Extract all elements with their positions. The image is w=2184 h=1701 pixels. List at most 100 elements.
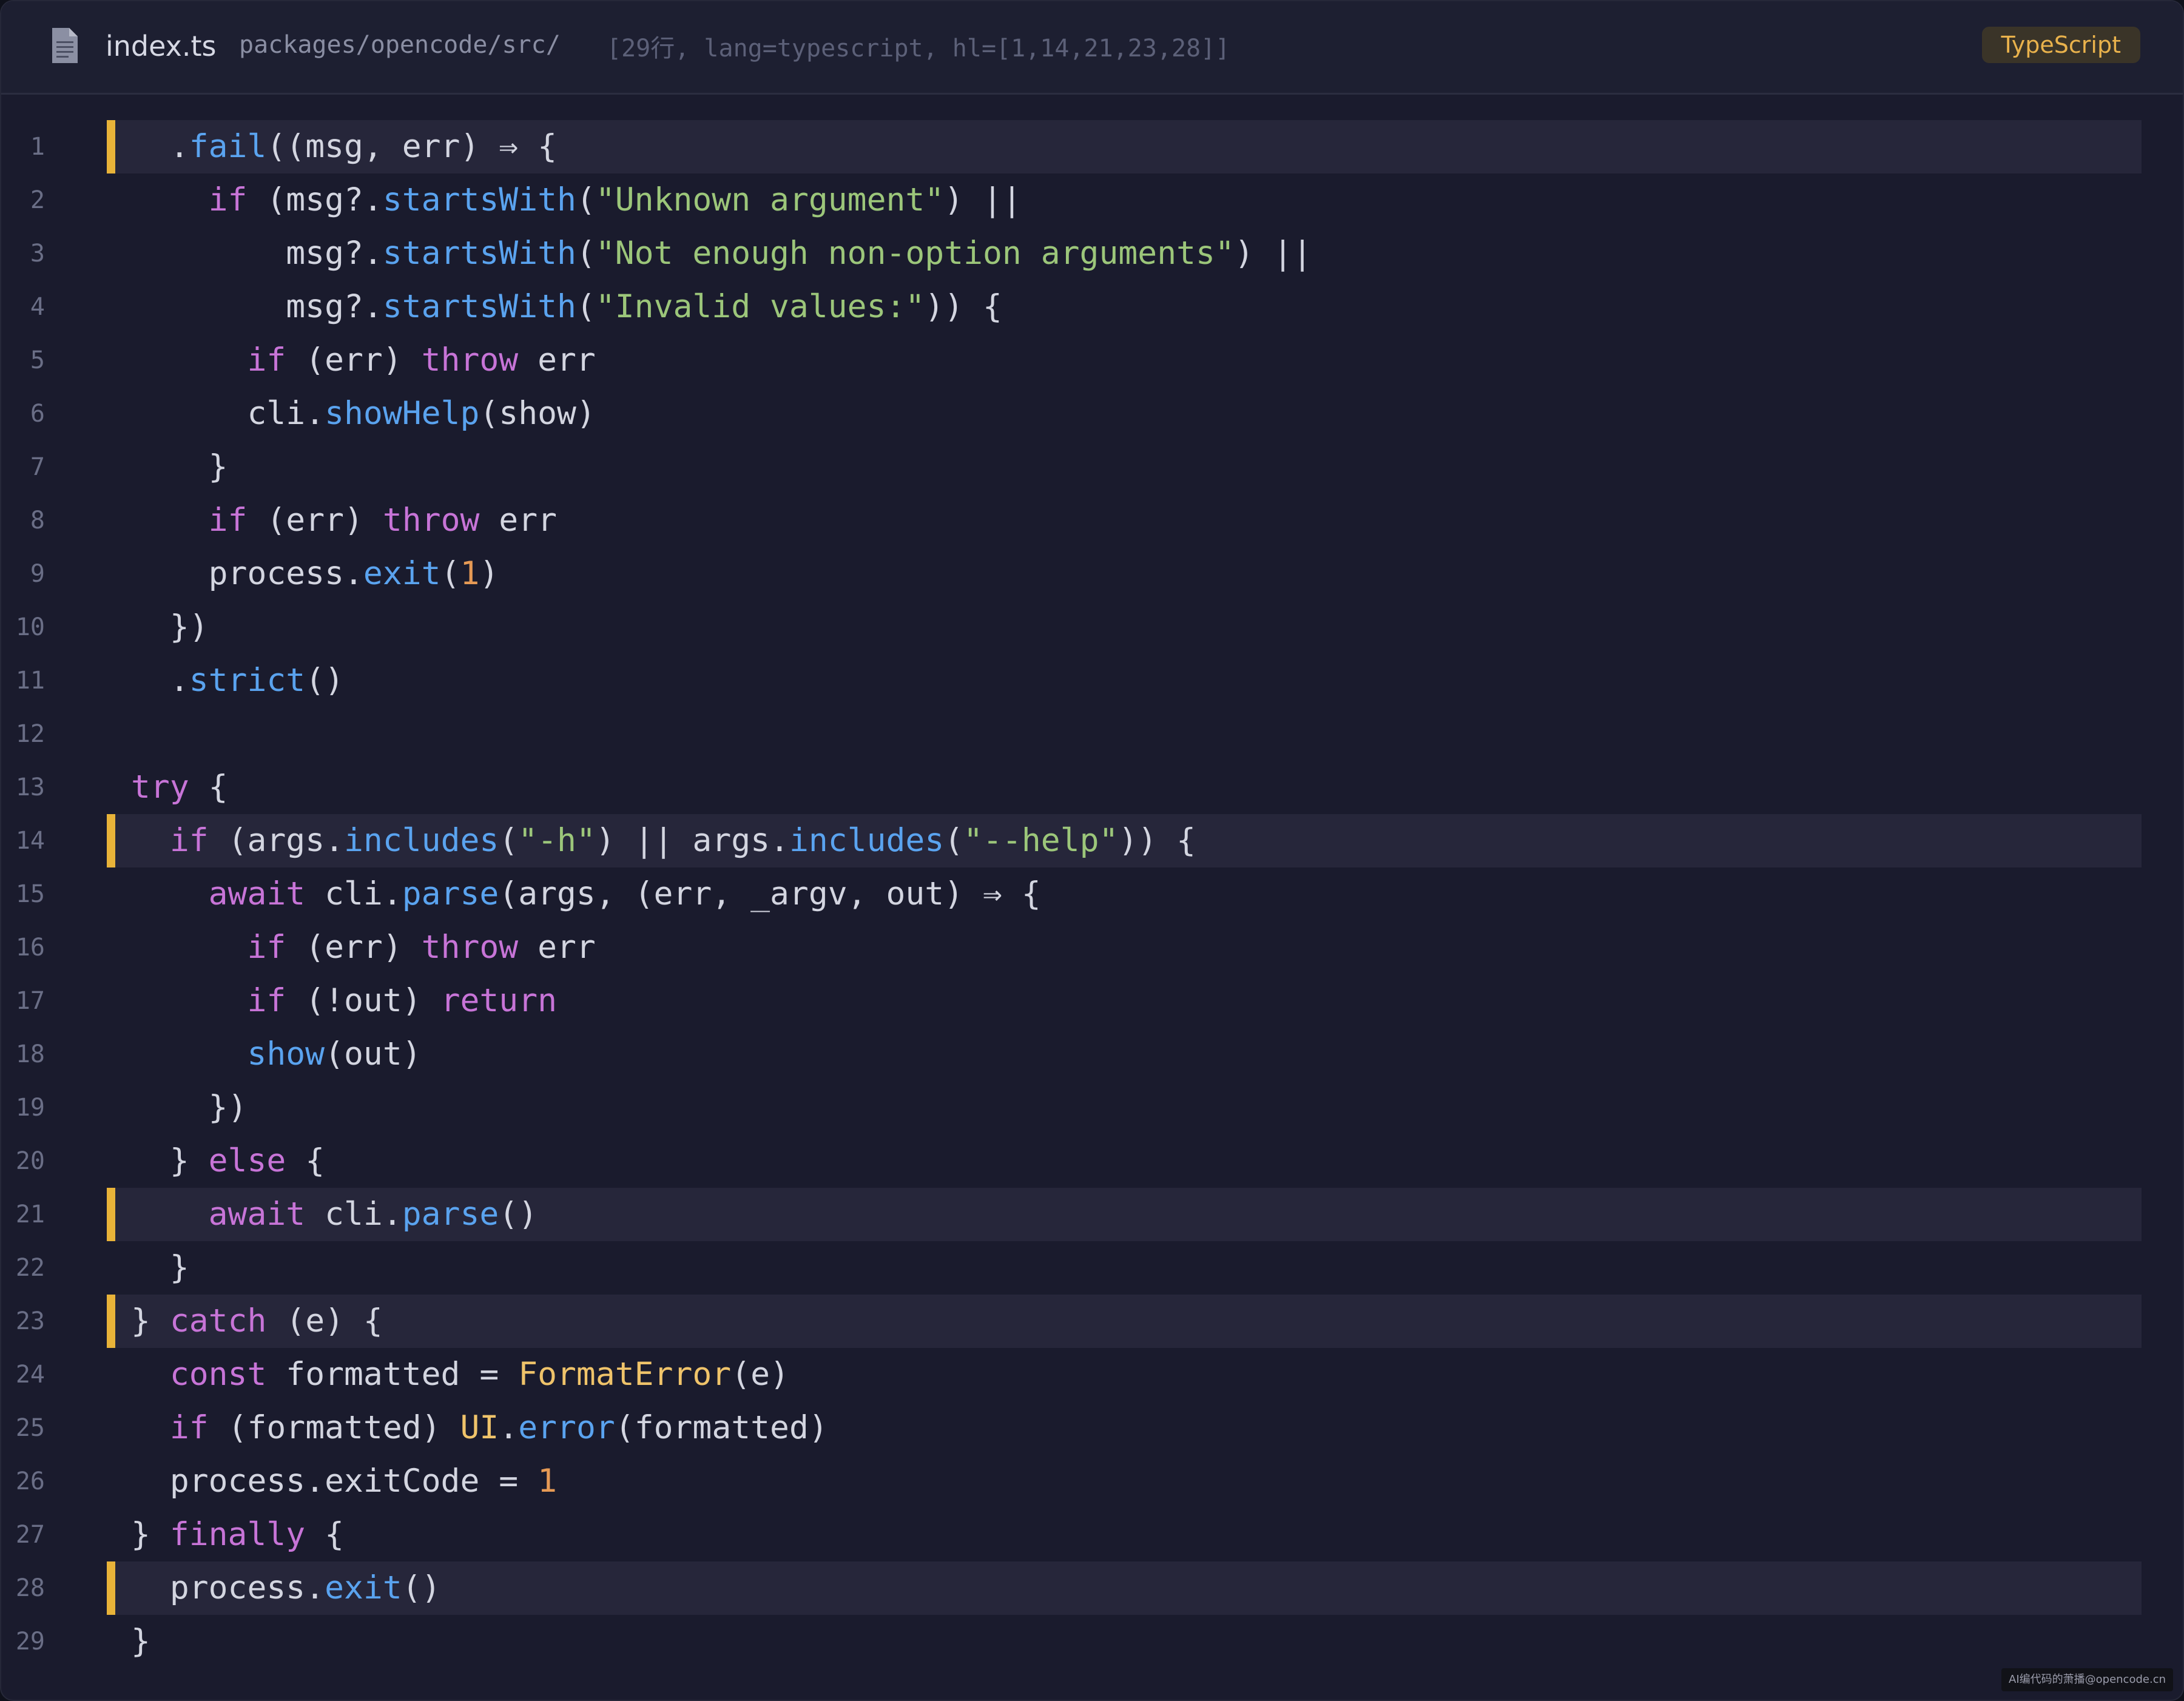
- code-token: (formatted): [615, 1409, 828, 1446]
- line-code: }): [131, 1081, 248, 1134]
- code-token: (e): [731, 1356, 789, 1393]
- code-token: msg?.: [131, 288, 383, 325]
- code-token: }: [131, 1142, 209, 1179]
- code-token: cli.: [131, 395, 325, 432]
- line-code: } catch (e) {: [131, 1295, 383, 1348]
- code-token: error: [518, 1409, 615, 1446]
- line-code: }: [131, 1615, 150, 1668]
- code-token: }: [131, 1623, 150, 1660]
- code-token: if: [247, 342, 286, 379]
- line-number: 26: [15, 1467, 45, 1495]
- code-token: ((msg, err) ⇒ {: [266, 128, 558, 165]
- line-code: try {: [131, 761, 228, 814]
- code-token: cli.: [305, 875, 402, 912]
- code-line: 20 } else {: [1, 1134, 2183, 1188]
- line-code: if (args.includes("-h") || args.includes…: [131, 814, 1196, 867]
- code-token: 1: [538, 1463, 558, 1500]
- line-number: 5: [30, 346, 45, 374]
- code-token: (e) {: [266, 1302, 383, 1339]
- code-token: startsWith: [382, 181, 576, 218]
- code-line: 16 if (err) throw err: [1, 921, 2183, 974]
- line-number: 23: [15, 1307, 45, 1335]
- line-number: 2: [30, 186, 45, 214]
- code-token: parse: [402, 875, 499, 912]
- code-token: FormatError: [518, 1356, 732, 1393]
- code-line: 22 }: [1, 1241, 2183, 1295]
- code-token: fail: [189, 128, 267, 165]
- code-token: if: [208, 181, 248, 218]
- code-token: (err): [286, 342, 422, 379]
- line-number: 28: [15, 1574, 45, 1602]
- code-line: 14 if (args.includes("-h") || args.inclu…: [1, 814, 2183, 867]
- code-line: 6 cli.showHelp(show): [1, 387, 2183, 440]
- file-header: index.ts packages/opencode/src/ [29行, la…: [1, 1, 2183, 95]
- line-number: 19: [15, 1094, 45, 1122]
- code-token: throw: [382, 502, 480, 539]
- line-highlight: [107, 1295, 2142, 1348]
- code-token: (!out): [286, 982, 441, 1019]
- code-token: throw: [421, 929, 519, 966]
- code-line: 12: [1, 707, 2183, 761]
- code-token: "Unknown argument": [595, 181, 945, 218]
- code-token: cli.: [305, 1196, 402, 1233]
- code-line: 5 if (err) throw err: [1, 334, 2183, 387]
- code-token: includes: [789, 822, 945, 859]
- code-line: 17 if (!out) return: [1, 974, 2183, 1028]
- line-number: 12: [15, 720, 45, 748]
- code-token: (: [576, 288, 596, 325]
- line-number: 25: [15, 1414, 45, 1442]
- code-token: (args.: [208, 822, 345, 859]
- line-number: 13: [15, 773, 45, 801]
- code-token: (: [440, 555, 460, 592]
- code-line: 25 if (formatted) UI.error(formatted): [1, 1401, 2183, 1455]
- code-token: if: [247, 982, 286, 1019]
- code-line: 18 show(out): [1, 1028, 2183, 1081]
- line-code: if (err) throw err: [131, 494, 557, 547]
- line-code: if (err) throw err: [131, 334, 595, 387]
- code-line: 8 if (err) throw err: [1, 494, 2183, 547]
- code-token: show: [247, 1036, 325, 1073]
- code-line: 10 }): [1, 601, 2183, 654]
- code-token: ) || args.: [595, 822, 789, 859]
- code-line: 13 try {: [1, 761, 2183, 814]
- watermark: AI编代码的萧播@opencode.cn: [2001, 1668, 2173, 1691]
- line-highlight-marker: [107, 1295, 115, 1348]
- line-highlight-marker: [107, 1561, 115, 1615]
- code-line: 3 msg?.startsWith("Not enough non-option…: [1, 227, 2183, 280]
- code-token: process.: [131, 1569, 325, 1606]
- document-icon: [52, 28, 78, 63]
- line-number: 27: [15, 1521, 45, 1549]
- line-number: 10: [15, 613, 45, 641]
- code-token: (out): [325, 1036, 422, 1073]
- line-code: if (formatted) UI.error(formatted): [131, 1401, 828, 1455]
- code-token: await: [208, 875, 306, 912]
- line-number: 3: [30, 240, 45, 268]
- file-name: index.ts: [106, 30, 217, 62]
- code-token: if: [169, 822, 209, 859]
- line-number: 15: [15, 880, 45, 908]
- code-line: 19 }): [1, 1081, 2183, 1134]
- code-token: }): [131, 608, 209, 645]
- language-badge: TypeScript: [1981, 27, 2140, 63]
- code-token: throw: [421, 342, 519, 379]
- line-code: cli.showHelp(show): [131, 387, 596, 440]
- code-token: (args, (err, _argv, out) ⇒ {: [499, 875, 1041, 912]
- code-line: 9 process.exit(1): [1, 547, 2183, 601]
- line-number: 1: [30, 133, 45, 161]
- code-token: (err): [286, 929, 422, 966]
- code-token: .: [131, 662, 189, 699]
- line-number: 8: [30, 507, 45, 534]
- code-token: (formatted): [208, 1409, 460, 1446]
- code-token: err: [518, 929, 596, 966]
- code-token: "Invalid values:": [595, 288, 925, 325]
- code-token: "Not enough non-option arguments": [595, 235, 1235, 272]
- code-token: }: [131, 1302, 170, 1339]
- code-token: (show): [479, 395, 596, 432]
- line-code: process.exit(1): [131, 547, 499, 601]
- code-token: ) ||: [1234, 235, 1312, 272]
